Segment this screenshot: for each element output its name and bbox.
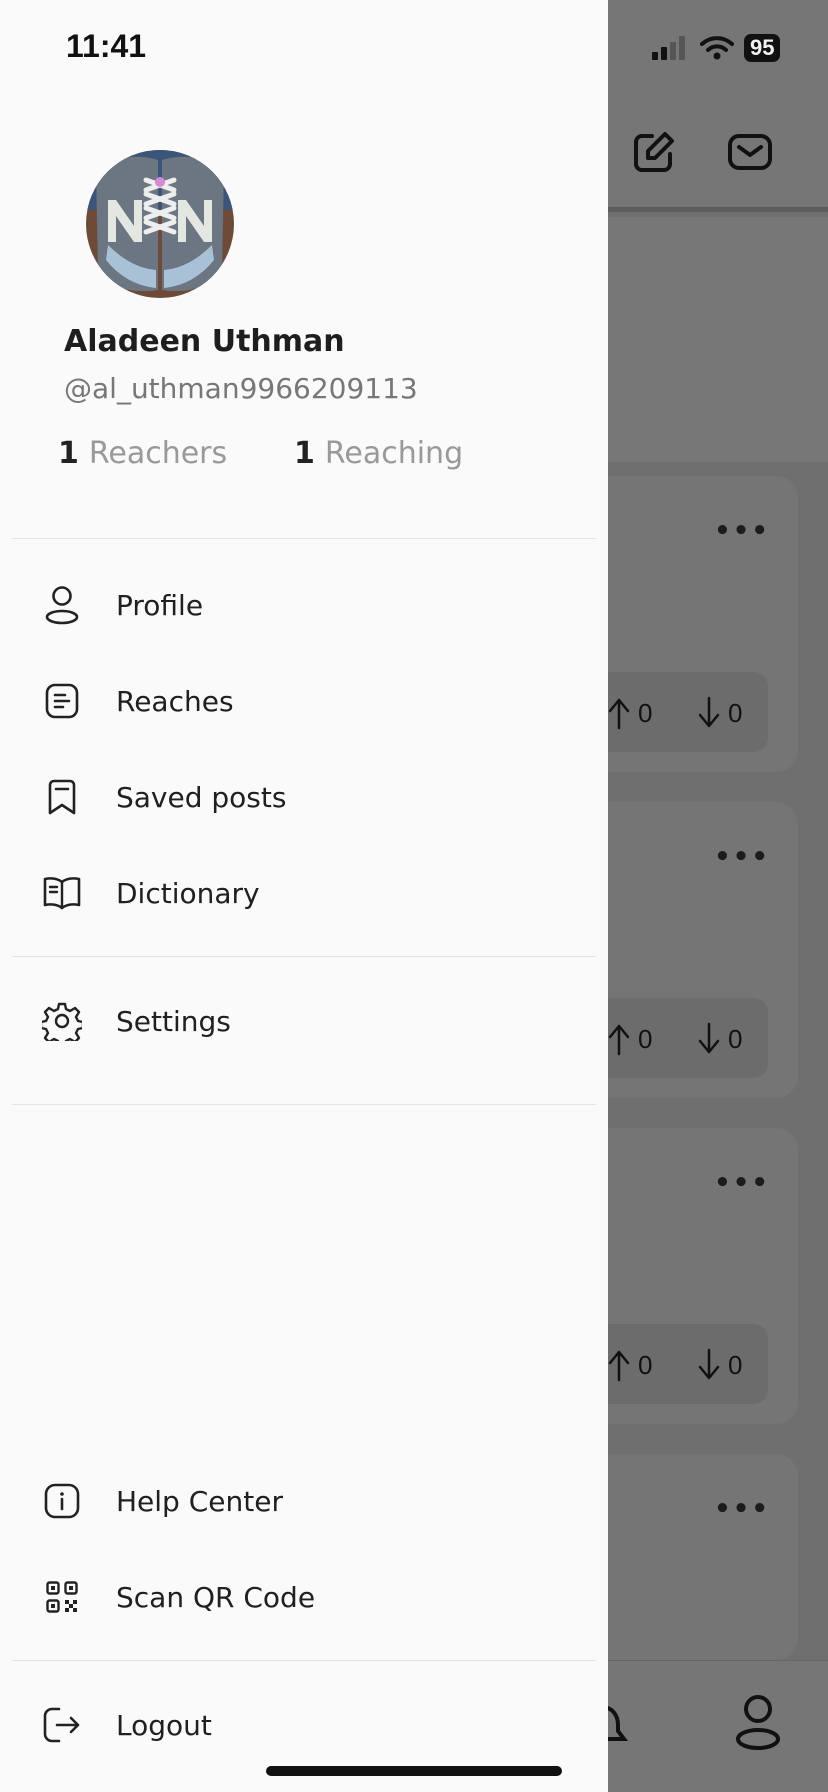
divider	[12, 1660, 596, 1661]
avatar[interactable]	[86, 150, 234, 298]
book-icon	[42, 873, 82, 913]
battery-indicator: 95	[744, 34, 781, 62]
mail-icon	[728, 134, 772, 170]
sneakers-photo	[86, 150, 234, 298]
qr-code-icon	[42, 1577, 82, 1617]
reachers-stat[interactable]: 1 Reachers	[58, 436, 227, 471]
menu-item-label: Dictionary	[116, 876, 260, 910]
downvote-count: 0	[728, 1349, 743, 1380]
background-header	[608, 0, 828, 212]
downvote-icon	[698, 1022, 720, 1054]
post-card: ••• 0 0	[608, 476, 798, 772]
vote-bar: 0 0	[608, 1324, 768, 1404]
vote-bar: 0 0	[608, 998, 768, 1078]
document-icon	[42, 681, 82, 721]
menu-item-reaches[interactable]: Reaches	[0, 661, 608, 741]
more-options-icon: •••	[714, 1168, 770, 1198]
upvote-icon	[608, 1024, 630, 1056]
menu-item-label: Profile	[116, 588, 204, 622]
menu-item-label: Scan QR Code	[116, 1580, 316, 1614]
downvote-count: 0	[728, 697, 743, 728]
menu-item-label: Settings	[116, 1004, 231, 1038]
signal-icon	[652, 36, 685, 60]
vote-bar: 0 0	[608, 672, 768, 752]
upvote-count: 0	[638, 1023, 653, 1054]
reaching-label: Reaching	[324, 436, 464, 471]
menu-item-profile[interactable]: Profile	[0, 565, 608, 645]
user-icon	[42, 585, 82, 625]
menu-item-label: Logout	[116, 1708, 212, 1742]
status-bar-indicators: 95	[650, 34, 781, 62]
menu-item-label: Saved posts	[116, 780, 287, 814]
menu-item-logout[interactable]: Logout	[0, 1685, 608, 1765]
upvote-count: 0	[638, 697, 653, 728]
reaching-count: 1	[294, 436, 315, 471]
reachers-label: Reachers	[88, 436, 228, 471]
menu-item-dictionary[interactable]: Dictionary	[0, 853, 608, 933]
more-options-icon: •••	[714, 1494, 770, 1524]
reachers-count: 1	[58, 436, 79, 471]
post-card: •••	[608, 1454, 798, 1660]
profile-tab-icon[interactable]	[730, 1691, 786, 1753]
wifi-icon	[700, 36, 734, 60]
menu-item-label: Help Center	[116, 1484, 283, 1518]
divider	[12, 956, 596, 957]
gear-icon	[42, 1001, 82, 1041]
background-band	[608, 217, 828, 462]
logout-icon	[42, 1705, 82, 1745]
info-icon	[42, 1481, 82, 1521]
upvote-icon	[608, 1350, 630, 1382]
side-drawer: 11:41 Aladeen Uthman @al_uthman996620911…	[0, 0, 608, 1792]
bookmark-icon	[42, 777, 82, 817]
reaching-stat[interactable]: 1 Reaching	[294, 436, 463, 471]
divider	[12, 538, 596, 539]
more-options-icon: •••	[714, 516, 770, 546]
compose-icon	[634, 132, 674, 172]
divider	[12, 1104, 596, 1105]
bottom-nav	[600, 1660, 828, 1792]
downvote-count: 0	[728, 1023, 743, 1054]
downvote-icon	[698, 696, 720, 728]
menu-item-help-center[interactable]: Help Center	[0, 1461, 608, 1541]
user-name: Aladeen Uthman	[64, 324, 345, 359]
upvote-count: 0	[638, 1349, 653, 1380]
status-time: 11:41	[66, 28, 147, 64]
menu-item-settings[interactable]: Settings	[0, 981, 608, 1061]
downvote-icon	[698, 1348, 720, 1380]
menu-item-scan-qr[interactable]: Scan QR Code	[0, 1557, 608, 1637]
more-options-icon: •••	[714, 842, 770, 872]
home-indicator[interactable]	[266, 1766, 562, 1776]
post-card: ••• 0 0	[608, 802, 798, 1098]
upvote-icon	[608, 698, 630, 730]
post-card: ••• 0 0	[608, 1128, 798, 1424]
user-handle: @al_uthman9966209113	[64, 372, 418, 405]
menu-item-label: Reaches	[116, 684, 234, 718]
menu-item-saved-posts[interactable]: Saved posts	[0, 757, 608, 837]
